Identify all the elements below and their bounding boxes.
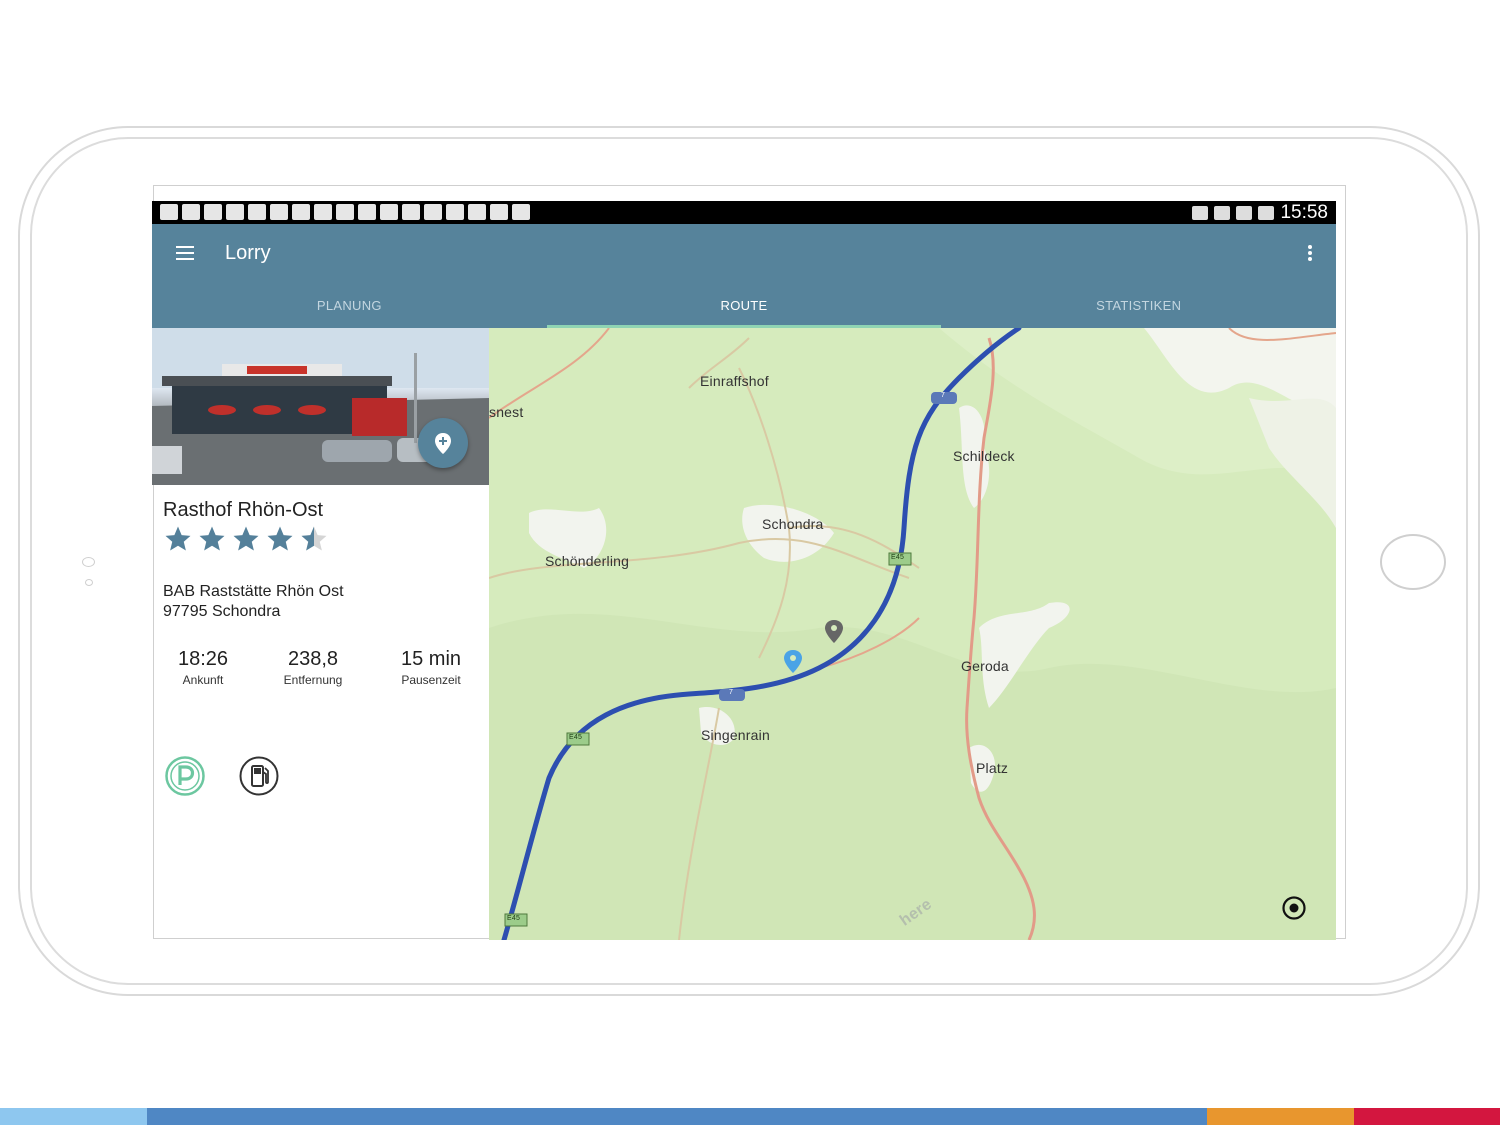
clock: 15:58 xyxy=(1280,202,1328,223)
battery-icon xyxy=(1258,205,1275,220)
route-map[interactable]: Einraffshof snest Schildeck Schondra Sch… xyxy=(489,328,1336,940)
bottom-color-bar xyxy=(0,1108,1500,1125)
color-segment-orange xyxy=(1207,1108,1354,1125)
e45-shield-label: E45 xyxy=(507,915,521,922)
download-icon xyxy=(512,204,530,220)
menu-icon[interactable] xyxy=(176,246,194,260)
wifi-icon xyxy=(1214,205,1231,220)
vibrate-icon xyxy=(1192,205,1209,220)
add-location-icon xyxy=(435,433,451,454)
star-icon xyxy=(199,526,225,551)
address-line-2: 97795 Schondra xyxy=(163,603,281,620)
usb-icon xyxy=(226,204,244,220)
star-icon xyxy=(165,526,191,551)
location-icon xyxy=(468,204,486,220)
map-label-schondra: Schondra xyxy=(762,516,824,532)
map-label-geroda: Geroda xyxy=(961,658,1009,674)
mail-icon xyxy=(380,204,398,220)
distance-stat: 238,8 Entfernung xyxy=(273,648,353,687)
clipboard-icon xyxy=(446,204,464,220)
gmail-icon xyxy=(314,204,332,220)
distance-label: Entfernung xyxy=(283,673,343,687)
map-label-einraffshof: Einraffshof xyxy=(700,373,769,389)
map-label-schoenderling: Schönderling xyxy=(545,553,630,569)
tab-route[interactable]: ROUTE xyxy=(546,286,942,328)
a7-shield-label: 7 xyxy=(941,392,946,399)
flipboard-icon xyxy=(402,204,420,220)
facebook-icon xyxy=(160,204,178,220)
notification-icons xyxy=(160,204,530,220)
fuel-icon xyxy=(239,756,279,796)
parking-icon xyxy=(165,756,205,796)
home-button[interactable] xyxy=(1380,534,1446,590)
color-segment-red xyxy=(1354,1108,1500,1125)
warning-icon xyxy=(248,204,266,220)
star-icon xyxy=(267,526,293,551)
signal-icon xyxy=(1236,205,1253,220)
app-title: Lorry xyxy=(225,242,271,264)
amazon-icon xyxy=(292,204,310,220)
address-line-1: BAB Raststätte Rhön Ost xyxy=(163,583,344,600)
missed-call-icon xyxy=(358,204,376,220)
map-label-snest: snest xyxy=(489,404,524,420)
rating-stars xyxy=(163,524,329,554)
rest-stop-name: Rasthof Rhön-Ost xyxy=(163,499,324,521)
arrival-label: Ankunft xyxy=(182,673,224,687)
amazon-icon xyxy=(424,204,442,220)
star-half-icon xyxy=(301,526,327,551)
front-camera xyxy=(82,557,95,567)
map-label-schildeck: Schildeck xyxy=(953,448,1015,464)
tab-planung[interactable]: PLANUNG xyxy=(152,286,547,328)
map-label-singenrain: Singenrain xyxy=(701,727,770,743)
map-label-platz: Platz xyxy=(976,760,1009,776)
app-icon xyxy=(270,204,288,220)
break-stat: 15 min Pausenzeit xyxy=(390,648,472,687)
break-label: Pausenzeit xyxy=(401,673,461,687)
color-segment-blue xyxy=(147,1108,1207,1125)
document-icon xyxy=(336,204,354,220)
screenshot-icon xyxy=(490,204,508,220)
status-bar: 15:58 xyxy=(152,201,1336,224)
mail-icon xyxy=(204,204,222,220)
arrival-time: 18:26 xyxy=(177,648,229,670)
arrival-stat: 18:26 Ankunft xyxy=(163,648,243,687)
break-duration: 15 min xyxy=(400,648,462,670)
light-sensor xyxy=(85,579,93,586)
tab-statistiken[interactable]: STATISTIKEN xyxy=(941,286,1336,328)
app-bar: Lorry PLANUNG ROUTE STATISTIKEN xyxy=(152,224,1336,328)
notification-icon xyxy=(182,204,200,220)
navigate-to-button[interactable] xyxy=(418,418,468,468)
distance-value: 238,8 xyxy=(287,648,339,670)
a7-shield-label: 7 xyxy=(729,689,734,696)
star-icon xyxy=(233,526,259,551)
system-status: 15:58 xyxy=(1192,201,1328,224)
color-segment-light-blue xyxy=(0,1108,147,1125)
more-options-icon[interactable] xyxy=(1308,245,1312,263)
e45-shield-label: E45 xyxy=(569,734,583,741)
tab-bar: PLANUNG ROUTE STATISTIKEN xyxy=(152,286,1336,328)
e45-shield-label: E45 xyxy=(891,554,905,561)
